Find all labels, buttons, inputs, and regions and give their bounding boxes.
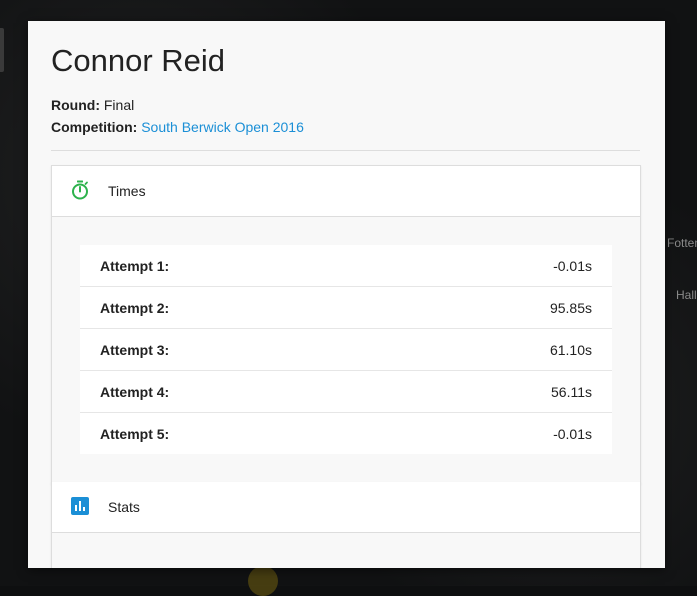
stats-panel-header[interactable]: Stats <box>52 482 640 533</box>
times-panel-title: Times <box>108 183 146 199</box>
attempt-value: -0.01s <box>553 258 592 274</box>
round-label: Round: <box>51 97 100 113</box>
table-row: Attempt 2: 95.85s <box>80 287 612 329</box>
stats-panel: Stats <box>51 482 641 568</box>
bar-chart-icon <box>71 497 89 515</box>
competition-link[interactable]: South Berwick Open 2016 <box>141 119 304 135</box>
times-panel: Times Attempt 1: -0.01s Attempt 2: 95.85… <box>51 165 641 484</box>
attempt-label: Attempt 5: <box>100 426 170 442</box>
player-result-modal: Connor Reid Round: Final Competition: So… <box>28 21 665 568</box>
times-panel-header[interactable]: Times <box>52 166 640 217</box>
attempt-value: -0.01s <box>553 426 592 442</box>
map-label: Fotten <box>667 236 697 250</box>
round-value: Final <box>103 97 135 113</box>
stats-panel-title: Stats <box>108 499 140 515</box>
stats-panel-body <box>52 533 640 568</box>
attempts-table: Attempt 1: -0.01s Attempt 2: 95.85s Atte… <box>80 245 612 454</box>
table-row: Attempt 1: -0.01s <box>80 245 612 287</box>
map-label: Hall <box>676 288 697 302</box>
map-marker <box>248 566 278 596</box>
attempt-label: Attempt 1: <box>100 258 170 274</box>
page-title: Connor Reid <box>51 43 226 78</box>
attempt-value: 61.10s <box>549 342 592 358</box>
stopwatch-icon <box>72 180 88 200</box>
attempt-label: Attempt 2: <box>100 300 170 316</box>
table-row: Attempt 5: -0.01s <box>80 413 612 454</box>
attempt-label: Attempt 3: <box>100 342 170 358</box>
sidebar-tab[interactable] <box>0 28 4 72</box>
round-info: Round: Final <box>51 97 134 113</box>
table-row: Attempt 4: 56.11s <box>80 371 612 413</box>
attempt-value: 56.11s <box>551 384 592 400</box>
attempt-label: Attempt 4: <box>100 384 170 400</box>
competition-label: Competition: <box>51 119 138 135</box>
competition-info: Competition: South Berwick Open 2016 <box>51 119 304 135</box>
times-panel-body: Attempt 1: -0.01s Attempt 2: 95.85s Atte… <box>52 217 640 483</box>
table-row: Attempt 3: 61.10s <box>80 329 612 371</box>
attempt-value: 95.85s <box>549 300 592 316</box>
divider <box>51 150 640 151</box>
